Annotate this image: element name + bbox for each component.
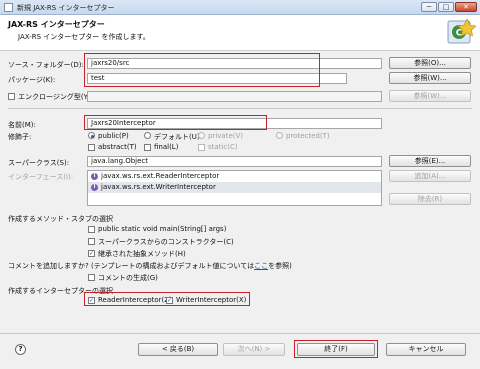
enclosing-type-checkbox[interactable] [8,93,15,100]
modifier-static-checkbox[interactable] [198,144,205,151]
superclass-label: スーパークラス(S): [8,159,70,167]
list-item[interactable]: I javax.ws.rs.ext.ReaderInterceptor [88,171,381,182]
modifier-final-label: final(L) [154,143,179,151]
stubs-heading: 作成するメソッド・スタブの選択 [8,215,113,223]
stub-main-checkbox[interactable] [88,226,95,233]
remove-interface-button[interactable]: 除去(R) [389,193,471,205]
wizard-class-icon: C [447,18,476,44]
wizard-heading: JAX-RS インターセプター [8,20,105,29]
interface-icon: I [91,173,98,180]
enclosing-type-label: エンクロージング型(Y): [18,93,93,101]
stub-constructors-checkbox[interactable] [88,238,95,245]
source-folder-browse-button[interactable]: 参照(O)... [389,57,471,69]
maximize-button[interactable]: □ [438,2,454,12]
modifier-abstract-checkbox[interactable] [88,144,95,151]
modifiers-label: 修飾子: [8,133,32,141]
stub-main-label: public static void main(String[] args) [98,225,227,233]
wizard-description: JAX-RS インターセプター を作成します。 [18,33,150,41]
comments-question: コメントを追加しますか? (テンプレートの構成およびデフォルト値についてはここを… [8,261,292,271]
title-bar: 新規 JAX-RS インターセプター ─ □ ✕ [0,0,480,15]
superclass-browse-button[interactable]: 参照(E)... [389,155,471,167]
generate-comments-label: コメントの生成(G) [98,274,158,282]
superclass-field[interactable]: java.lang.Object [87,156,382,167]
highlight-name [84,115,267,130]
package-label: パッケージ(K): [8,76,56,84]
help-icon[interactable]: ? [15,344,26,355]
interfaces-label: インターフェース(I): [8,173,74,181]
app-icon [4,3,13,12]
enclosing-type-field[interactable] [87,91,382,102]
package-browse-button[interactable]: 参照(W)... [389,72,471,84]
modifier-public-label: public(P) [98,132,129,140]
modifier-default-radio[interactable] [144,132,151,139]
comments-suffix: を参照) [268,262,292,270]
modifier-final-checkbox[interactable] [144,144,151,151]
add-interface-button[interactable]: 追加(A)... [389,170,471,182]
modifier-public-radio[interactable] [88,132,95,139]
close-button[interactable]: ✕ [455,2,477,12]
list-item[interactable]: I javax.ws.rs.ext.WriterInterceptor [88,182,381,193]
highlight-interceptors [84,292,250,306]
highlight-finish [294,340,378,358]
interfaces-list[interactable]: I javax.ws.rs.ext.ReaderInterceptor I ja… [87,170,382,206]
stub-constructors-label: スーパークラスからのコンストラクター(C) [98,238,234,246]
modifier-private-label: private(V) [208,132,243,140]
back-button[interactable]: < 戻る(B) [138,343,218,356]
cancel-button[interactable]: キャンセル [386,343,466,356]
modifier-default-label: デフォルト(U) [154,133,200,141]
enclosing-type-browse-button[interactable]: 参照(W)... [389,90,471,102]
stub-inherited-checkbox[interactable]: ✓ [88,250,95,257]
footer-separator [0,333,480,334]
comments-template-link[interactable]: ここ [254,262,268,270]
next-button[interactable]: 次へ(N) > [223,343,285,356]
minimize-button[interactable]: ─ [421,2,437,12]
comments-prefix: コメントを追加しますか? (テンプレートの構成およびデフォルト値については [8,262,255,270]
name-label: 名前(M): [8,121,36,129]
generate-comments-checkbox[interactable] [88,274,95,281]
window-title: 新規 JAX-RS インターセプター [17,4,115,12]
interface-name: javax.ws.rs.ext.WriterInterceptor [101,183,216,191]
modifier-private-radio[interactable] [198,132,205,139]
wizard-banner: JAX-RS インターセプター JAX-RS インターセプター を作成します。 … [0,15,480,51]
highlight-source-package [84,53,320,87]
modifier-static-label: static(C) [208,143,238,151]
interface-name: javax.ws.rs.ext.ReaderInterceptor [101,172,220,180]
modifier-abstract-label: abstract(T) [98,143,137,151]
interface-icon: I [91,184,98,191]
stub-inherited-label: 継承された抽象メソッド(H) [98,250,186,258]
modifier-protected-label: protected(T) [286,132,330,140]
modifier-protected-radio[interactable] [276,132,283,139]
separator [8,108,472,109]
source-folder-label: ソース・フォルダー(D): [8,61,84,69]
